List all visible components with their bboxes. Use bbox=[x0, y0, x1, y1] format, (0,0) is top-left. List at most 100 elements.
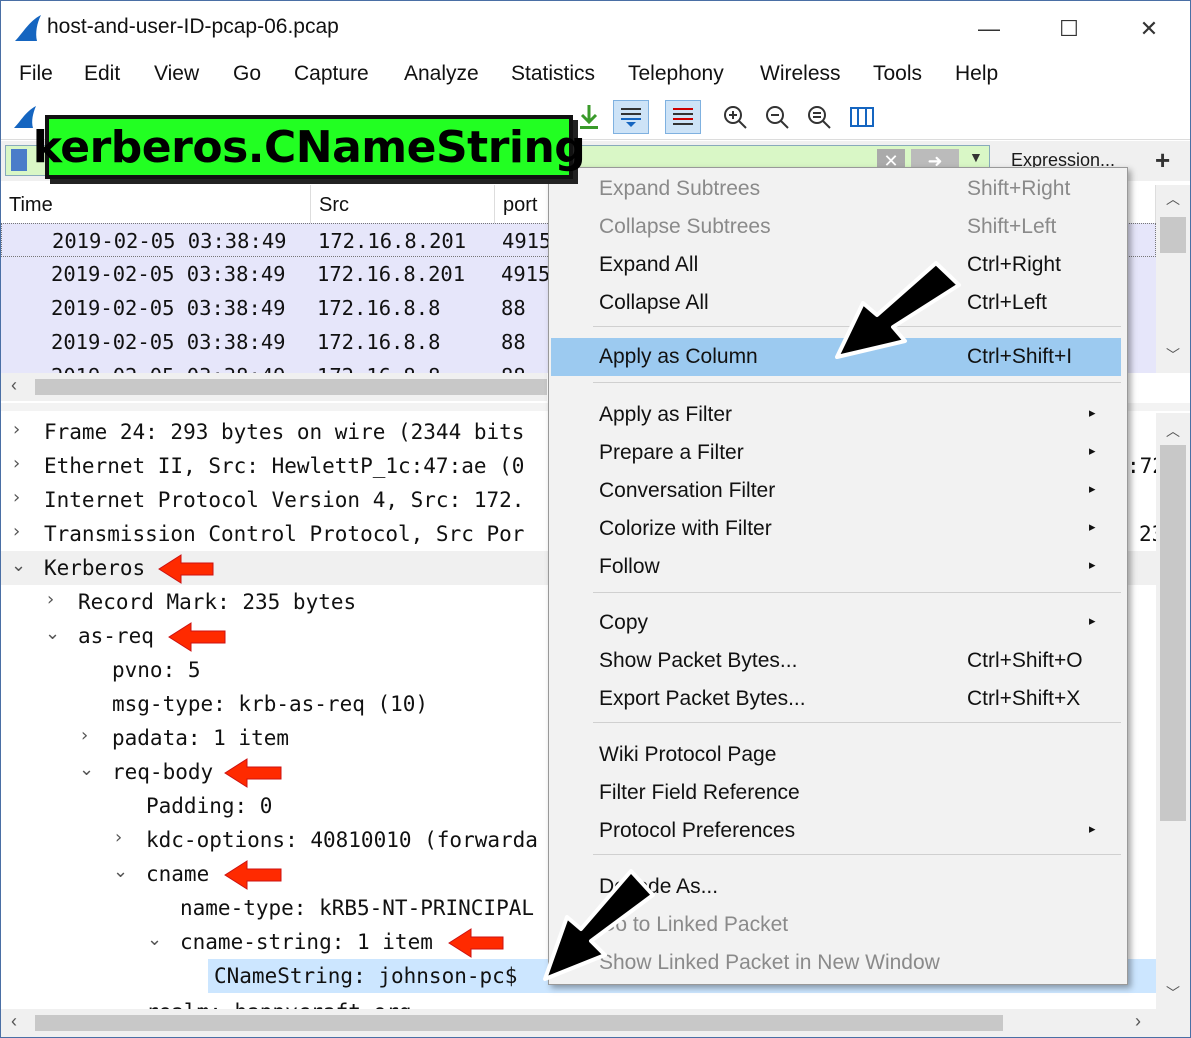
tree-label: req-body bbox=[112, 760, 214, 784]
menu-item-colorize-with-filter[interactable]: Colorize with Filter ▸ bbox=[549, 510, 1127, 548]
collapse-icon[interactable]: ⌄ bbox=[45, 623, 60, 644]
tree-label: name-type: kRB5-NT-PRINCIPAL bbox=[180, 896, 535, 920]
bookmark-icon[interactable] bbox=[11, 149, 27, 171]
details-horizontal-scrollbar[interactable]: ‹ › bbox=[1, 1009, 1190, 1037]
menu-item-label: Wiki Protocol Page bbox=[599, 743, 777, 766]
packet-port: 88 bbox=[501, 296, 526, 320]
menu-item-show-linked-packet[interactable]: Show Linked Packet in New Window bbox=[549, 944, 1127, 982]
menu-item-expand-all[interactable]: Expand All Ctrl+Right bbox=[549, 246, 1127, 284]
title-bar: host-and-user-ID-pcap-06.pcap — ☐ ✕ bbox=[1, 1, 1190, 57]
scroll-up-icon[interactable]: ︿ bbox=[1166, 421, 1180, 441]
menu-item-wiki-protocol-page[interactable]: Wiki Protocol Page bbox=[549, 736, 1127, 774]
menu-item-follow[interactable]: Follow ▸ bbox=[549, 548, 1127, 586]
menu-help[interactable]: Help bbox=[955, 62, 998, 86]
collapse-icon[interactable]: ⌄ bbox=[147, 929, 162, 950]
menu-analyze[interactable]: Analyze bbox=[404, 62, 479, 86]
menu-capture[interactable]: Capture bbox=[294, 62, 369, 86]
menu-item-shortcut: Shift+Right bbox=[967, 177, 1071, 200]
menu-telephony[interactable]: Telephony bbox=[628, 62, 724, 86]
packet-src: 172.16.8.8 bbox=[317, 296, 441, 320]
menu-item-label: Collapse All bbox=[599, 291, 709, 314]
wireshark-window: host-and-user-ID-pcap-06.pcap — ☐ ✕ File… bbox=[0, 0, 1191, 1038]
scroll-down-icon[interactable]: ﹀ bbox=[1166, 345, 1180, 365]
menu-item-label: Expand All bbox=[599, 253, 699, 276]
colorize-icon[interactable] bbox=[665, 100, 701, 134]
expand-icon[interactable]: › bbox=[13, 487, 20, 508]
menu-edit[interactable]: Edit bbox=[84, 62, 120, 86]
menu-item-label: Conversation Filter bbox=[599, 479, 776, 502]
context-menu: Expand Subtrees Shift+Right Collapse Sub… bbox=[548, 167, 1128, 985]
menu-item-collapse-subtrees[interactable]: Collapse Subtrees Shift+Left bbox=[549, 208, 1127, 246]
scroll-left-icon[interactable]: ‹ bbox=[11, 1011, 17, 1032]
tree-label: cname-string: 1 item bbox=[180, 930, 433, 954]
menu-item-decode-as[interactable]: Decode As... bbox=[549, 868, 1127, 906]
menu-item-prepare-a-filter[interactable]: Prepare a Filter ▸ bbox=[549, 434, 1127, 472]
expand-icon[interactable]: › bbox=[81, 725, 88, 746]
menu-view[interactable]: View bbox=[154, 62, 199, 86]
menu-statistics[interactable]: Statistics bbox=[511, 62, 595, 86]
menu-item-protocol-preferences[interactable]: Protocol Preferences ▸ bbox=[549, 812, 1127, 850]
add-filter-button[interactable]: + bbox=[1155, 145, 1170, 176]
menu-item-label: Colorize with Filter bbox=[599, 517, 772, 540]
tree-label: Kerberos bbox=[44, 556, 146, 580]
resize-columns-icon[interactable] bbox=[844, 100, 880, 134]
tree-label: realm: happycraft.org bbox=[146, 1000, 412, 1009]
tree-label: CNameString: johnson-pc$ bbox=[214, 964, 518, 988]
collapse-icon[interactable]: ⌄ bbox=[113, 861, 128, 882]
packet-time: 2019-02-05 03:38:49 bbox=[51, 364, 286, 373]
maximize-button[interactable]: ☐ bbox=[1029, 1, 1109, 57]
expand-icon[interactable]: › bbox=[115, 827, 122, 848]
filter-dropdown-icon[interactable]: ▼ bbox=[969, 149, 983, 165]
menu-item-copy[interactable]: Copy ▸ bbox=[549, 604, 1127, 642]
expand-icon[interactable]: › bbox=[13, 453, 20, 474]
menu-item-export-packet-bytes[interactable]: Export Packet Bytes... Ctrl+Shift+X bbox=[549, 680, 1127, 718]
expand-icon[interactable]: › bbox=[13, 521, 20, 542]
menu-item-shortcut: Shift+Left bbox=[967, 215, 1057, 238]
menu-item-collapse-all[interactable]: Collapse All Ctrl+Left bbox=[549, 284, 1127, 322]
collapse-icon[interactable]: ⌄ bbox=[79, 759, 94, 780]
column-header-time[interactable]: Time bbox=[1, 185, 311, 223]
packet-port: 4915 bbox=[502, 229, 552, 253]
submenu-arrow-icon: ▸ bbox=[1089, 443, 1096, 458]
menu-bar: File Edit View Go Capture Analyze Statis… bbox=[1, 57, 1190, 97]
menu-item-expand-subtrees[interactable]: Expand Subtrees Shift+Right bbox=[549, 170, 1127, 208]
expand-icon[interactable]: › bbox=[13, 419, 20, 440]
scroll-left-icon[interactable]: ‹ bbox=[11, 375, 17, 396]
menu-item-show-packet-bytes[interactable]: Show Packet Bytes... Ctrl+Shift+O bbox=[549, 642, 1127, 680]
details-vertical-scrollbar[interactable]: ︿ ﹀ bbox=[1156, 413, 1190, 1009]
packet-time: 2019-02-05 03:38:49 bbox=[51, 330, 286, 354]
column-header-src[interactable]: Src bbox=[311, 185, 495, 223]
menu-item-label: Copy bbox=[599, 611, 649, 634]
packet-src: 172.16.8.8 bbox=[317, 330, 441, 354]
minimize-button[interactable]: — bbox=[949, 1, 1029, 57]
scroll-down-icon[interactable]: ﹀ bbox=[1166, 983, 1180, 1003]
menu-item-apply-as-filter[interactable]: Apply as Filter ▸ bbox=[549, 396, 1127, 434]
collapse-icon[interactable]: ⌄ bbox=[11, 555, 26, 576]
menu-go[interactable]: Go bbox=[233, 62, 261, 86]
menu-file[interactable]: File bbox=[19, 62, 53, 86]
menu-item-filter-field-reference[interactable]: Filter Field Reference bbox=[549, 774, 1127, 812]
menu-item-label: Go to Linked Packet bbox=[599, 913, 789, 936]
menu-tools[interactable]: Tools bbox=[873, 62, 922, 86]
menu-item-conversation-filter[interactable]: Conversation Filter ▸ bbox=[549, 472, 1127, 510]
autoscroll-icon[interactable] bbox=[613, 100, 649, 134]
tree-row-realm[interactable]: realm: happycraft.org bbox=[1, 995, 1156, 1009]
packet-src: 172.16.8.201 bbox=[318, 229, 467, 253]
menu-item-apply-as-column[interactable]: Apply as Column Ctrl+Shift+I bbox=[551, 338, 1121, 376]
submenu-arrow-icon: ▸ bbox=[1089, 613, 1096, 628]
menu-wireless[interactable]: Wireless bbox=[760, 62, 841, 86]
zoom-out-icon[interactable] bbox=[759, 100, 795, 134]
packet-list-horizontal-scrollbar[interactable]: ‹ bbox=[1, 373, 547, 401]
zoom-in-icon[interactable] bbox=[717, 100, 753, 134]
tree-label: Record Mark: 235 bytes bbox=[78, 590, 357, 614]
menu-separator bbox=[593, 326, 1121, 327]
scroll-right-icon[interactable]: › bbox=[1135, 1011, 1141, 1032]
expand-icon[interactable]: › bbox=[47, 589, 54, 610]
window-title: host-and-user-ID-pcap-06.pcap bbox=[47, 15, 339, 38]
menu-item-go-to-linked-packet[interactable]: Go to Linked Packet bbox=[549, 906, 1127, 944]
zoom-normal-icon[interactable] bbox=[801, 100, 837, 134]
close-button[interactable]: ✕ bbox=[1109, 1, 1189, 57]
packet-list-vertical-scrollbar[interactable]: ︿ ﹀ bbox=[1156, 185, 1190, 373]
scroll-up-icon[interactable]: ︿ bbox=[1166, 189, 1180, 209]
menu-item-label: Protocol Preferences bbox=[599, 819, 796, 842]
